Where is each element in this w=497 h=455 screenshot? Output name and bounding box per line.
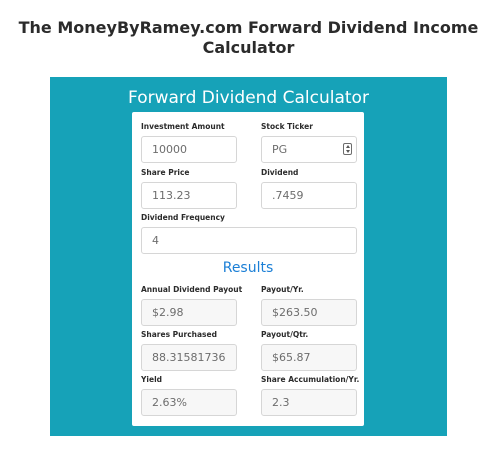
investment-amount-input[interactable] bbox=[141, 136, 237, 163]
annual-dividend-payout-output bbox=[141, 299, 237, 326]
page-title: The MoneyByRamey.com Forward Dividend In… bbox=[18, 18, 479, 57]
yield-output bbox=[141, 389, 237, 416]
spinner-arrows-icon[interactable] bbox=[343, 143, 352, 155]
shares-purchased-output bbox=[141, 344, 237, 371]
investment-amount-label: Investment Amount bbox=[141, 122, 225, 131]
stock-ticker-field bbox=[261, 136, 357, 163]
calculator-title: Forward Dividend Calculator bbox=[128, 88, 369, 108]
dividend-label: Dividend bbox=[261, 168, 299, 177]
calculator-panel: Forward Dividend Calculator Investment A… bbox=[50, 77, 447, 436]
annual-dividend-payout-label: Annual Dividend Payout bbox=[141, 285, 243, 294]
page: The MoneyByRamey.com Forward Dividend In… bbox=[0, 0, 497, 455]
results-heading: Results bbox=[222, 260, 274, 276]
share-accumulation-label: Share Accumulation/Yr. bbox=[261, 375, 360, 384]
share-price-input[interactable] bbox=[141, 182, 237, 209]
dividend-frequency-label: Dividend Frequency bbox=[141, 213, 225, 222]
stock-ticker-label: Stock Ticker bbox=[261, 122, 313, 131]
yield-label: Yield bbox=[141, 375, 163, 384]
payout-per-year-label: Payout/Yr. bbox=[261, 285, 304, 294]
dividend-input[interactable] bbox=[261, 182, 357, 209]
payout-per-quarter-output bbox=[261, 344, 357, 371]
dividend-frequency-input[interactable] bbox=[141, 227, 357, 254]
share-price-label: Share Price bbox=[141, 168, 190, 177]
shares-purchased-label: Shares Purchased bbox=[141, 330, 217, 339]
share-accumulation-output bbox=[261, 389, 357, 416]
payout-per-quarter-label: Payout/Qtr. bbox=[261, 330, 309, 339]
calculator-card: Investment Amount Stock Ticker Share Pri… bbox=[132, 112, 364, 426]
payout-per-year-output bbox=[261, 299, 357, 326]
